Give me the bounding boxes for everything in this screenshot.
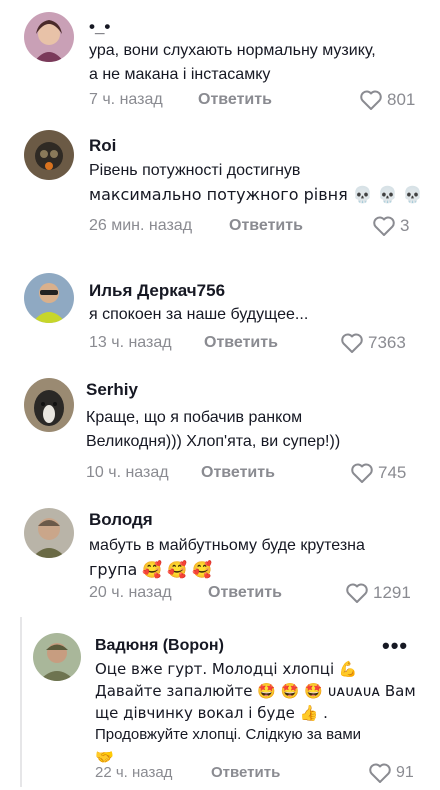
comments-list: •_• ура, вони слухають нормальну музику,… (0, 0, 440, 790)
comment-username[interactable]: Roi (89, 136, 116, 156)
comment-time: 22 ч. назад (95, 764, 173, 781)
comment-item: Илья Деркач756 я спокоен за наше будущее… (0, 265, 440, 365)
comment-text-line: група 🥰 🥰 🥰 (89, 560, 213, 579)
comment-username[interactable]: Вадюня (Ворон) (95, 637, 224, 655)
heart-outline-icon (351, 463, 373, 483)
comment-username[interactable]: •_• (89, 17, 110, 37)
comment-text: Рівень потужності достигнув максимально … (89, 159, 423, 207)
avatar[interactable] (24, 378, 74, 432)
comment-text: Краще, що я побачив ранком Великодня))) … (86, 406, 340, 454)
like-button[interactable]: 745 (350, 462, 406, 484)
like-count: 3 (400, 216, 410, 235)
avatar[interactable] (24, 508, 74, 558)
comment-text-line: а не макана і інстасамку (89, 66, 271, 83)
comment-text: мабуть в майбутньому буде крутезна група… (89, 534, 365, 582)
comment-time: 7 ч. назад (89, 91, 163, 108)
avatar[interactable] (24, 273, 74, 323)
comment-username[interactable]: Serhiy (86, 380, 138, 400)
avatar[interactable] (33, 633, 81, 681)
comment-item: Roi Рівень потужності достигнув максимал… (0, 120, 440, 255)
like-button[interactable]: 7363 (340, 332, 406, 354)
comment-item: •_• ура, вони слухають нормальну музику,… (0, 0, 440, 120)
comment-text-line: я спокоен за наше будущее... (89, 306, 309, 323)
like-count: 1291 (373, 583, 411, 602)
comment-text-line: Продовжуйте хлопці. Слідкую за вами (95, 726, 362, 743)
like-count: 801 (387, 90, 416, 109)
avatar[interactable] (24, 12, 74, 62)
comment-item: Serhiy Краще, що я побачив ранком Велико… (0, 370, 440, 495)
comment-text-line: Оце вже гурт. Молодці хлопці 💪 (95, 660, 358, 678)
comment-username[interactable]: Володя (89, 510, 153, 530)
comment-text: ура, вони слухають нормальну музику, а н… (89, 39, 376, 87)
comment-text-line: Краще, що я побачив ранком (86, 409, 303, 426)
comment-text-line: ще дівчинку вокал і буде 👍 . (95, 704, 328, 722)
comment-text-line: мабуть в майбутньому буде крутезна (89, 537, 365, 554)
reply-button[interactable]: Ответить (198, 91, 272, 109)
like-button[interactable]: 3 (372, 215, 409, 237)
comment-text-line: Давайте запалюйте 🤩 🤩 🤩 ᴜᴀᴜᴀᴜᴀ Вам (95, 682, 416, 700)
comment-time: 26 мин. назад (89, 217, 193, 234)
comment-text-line: Рівень потужності достигнув (89, 162, 301, 179)
reply-button[interactable]: Ответить (201, 464, 275, 482)
like-count: 745 (378, 463, 407, 482)
comment-text-line: Великодня))) Хлоп'ята, ви супер!)) (86, 433, 341, 450)
heart-outline-icon (346, 583, 368, 603)
like-button[interactable]: 1291 (345, 582, 411, 604)
like-count: 7363 (368, 333, 406, 352)
comment-time: 13 ч. назад (89, 334, 172, 351)
comment-text-line: максимально потужного рівня 💀 💀 💀 (89, 185, 423, 204)
reply-button[interactable]: Ответить (208, 584, 282, 602)
like-count: 91 (396, 764, 414, 781)
heart-outline-icon (360, 90, 382, 110)
heart-outline-icon (373, 216, 395, 236)
more-options-icon[interactable]: ••• (382, 633, 408, 659)
comment-text: я спокоен за наше будущее... (89, 303, 308, 327)
reply-button[interactable]: Ответить (229, 217, 303, 235)
comment-text: Оце вже гурт. Молодці хлопці 💪 Давайте з… (95, 658, 416, 768)
comment-time: 20 ч. назад (89, 584, 172, 601)
reply-button[interactable]: Ответить (211, 764, 280, 781)
comment-item: Володя мабуть в майбутньому буде крутезн… (0, 500, 440, 610)
reply-button[interactable]: Ответить (204, 334, 278, 352)
reply-item: Вадюня (Ворон) ••• Оце вже гурт. Молодці… (0, 625, 440, 790)
heart-outline-icon (369, 763, 391, 783)
comment-username[interactable]: Илья Деркач756 (89, 281, 225, 301)
comment-time: 10 ч. назад (86, 464, 169, 481)
comment-text-line: ура, вони слухають нормальну музику, (89, 42, 376, 59)
avatar[interactable] (24, 130, 74, 180)
like-button[interactable]: 91 (368, 762, 414, 784)
heart-outline-icon (341, 333, 363, 353)
like-button[interactable]: 801 (359, 89, 415, 111)
